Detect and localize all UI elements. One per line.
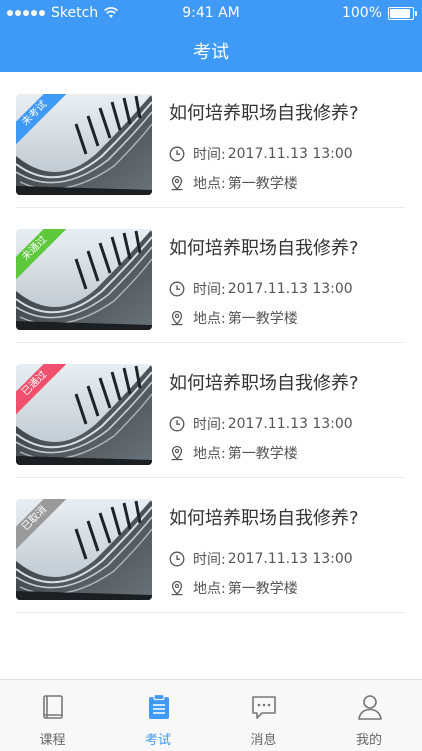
header-bar: Sketch 9:41 AM 100% 考试 — [0, 0, 422, 72]
tab-label: 考试 — [144, 733, 171, 748]
exam-thumbnail: 已取消 — [16, 499, 152, 600]
exam-location-label: 地点: — [193, 446, 226, 462]
clipboard-icon — [148, 693, 169, 719]
tab-course[interactable]: 课程 — [0, 680, 105, 751]
clock-icon — [169, 416, 185, 432]
exam-location-row: 地点: 第一教学楼 — [169, 308, 298, 328]
exam-location-value: 第一教学楼 — [227, 311, 298, 327]
tab-label: 课程 — [39, 733, 66, 748]
tab-exam[interactable]: 考试 — [106, 680, 211, 751]
exam-time-label: 时间: — [193, 282, 226, 298]
exam-time-row: 时间: 2017.11.13 13:00 — [169, 414, 353, 434]
battery-icon — [388, 6, 417, 20]
tab-messages[interactable]: 消息 — [211, 680, 316, 751]
location-pin-icon — [171, 175, 183, 191]
clock-icon — [169, 551, 185, 567]
exam-list-item[interactable]: 未考试 如何培养职场自我修养? 时间: 2017.11.13 13:00 地点:… — [16, 72, 405, 208]
exam-time-row: 时间: 2017.11.13 13:00 — [169, 279, 353, 299]
page-title: 考试 — [193, 42, 229, 63]
battery-percent: 100% — [341, 5, 382, 21]
exam-thumbnail: 未通过 — [16, 229, 152, 330]
tab-label: 消息 — [250, 733, 277, 748]
exam-time-label: 时间: — [193, 147, 226, 163]
person-icon — [357, 695, 382, 720]
chat-bubble-icon — [252, 696, 276, 719]
location-pin-icon — [171, 310, 183, 326]
exam-title: 如何培养职场自我修养? — [169, 103, 359, 124]
exam-time-value: 2017.11.13 13:00 — [227, 281, 353, 297]
exam-title: 如何培养职场自我修养? — [169, 508, 359, 529]
exam-list-item[interactable]: 已通过 如何培养职场自我修养? 时间: 2017.11.13 13:00 地点:… — [16, 342, 405, 478]
tab-me[interactable]: 我的 — [317, 680, 422, 751]
exam-list-item[interactable]: 未通过 如何培养职场自我修养? 时间: 2017.11.13 13:00 地点:… — [16, 207, 405, 343]
book-icon — [43, 695, 63, 719]
exam-location-value: 第一教学楼 — [227, 176, 298, 192]
exam-time-row: 时间: 2017.11.13 13:00 — [169, 144, 353, 164]
tab-label: 我的 — [355, 733, 382, 748]
location-pin-icon — [171, 580, 183, 596]
bottom-tab-bar: 课程 考试 消息 我的 — [0, 679, 422, 751]
exam-location-row: 地点: 第一教学楼 — [169, 578, 298, 598]
exam-time-row: 时间: 2017.11.13 13:00 — [169, 549, 353, 569]
exam-time-value: 2017.11.13 13:00 — [227, 416, 353, 432]
location-pin-icon — [171, 445, 183, 461]
exam-time-label: 时间: — [193, 552, 226, 568]
battery-status: 100% — [341, 0, 417, 26]
status-bar: Sketch 9:41 AM 100% — [0, 0, 422, 26]
exam-title: 如何培养职场自我修养? — [169, 238, 359, 259]
exam-location-value: 第一教学楼 — [227, 581, 298, 597]
clock-icon — [169, 146, 185, 162]
exam-time-value: 2017.11.13 13:00 — [227, 551, 353, 567]
exam-list-item[interactable]: 已取消 如何培养职场自我修养? 时间: 2017.11.13 13:00 地点:… — [16, 477, 405, 613]
exam-time-label: 时间: — [193, 417, 226, 433]
exam-thumbnail: 未考试 — [16, 94, 152, 195]
exam-location-label: 地点: — [193, 311, 226, 327]
clock-icon — [169, 281, 185, 297]
exam-location-value: 第一教学楼 — [227, 446, 298, 462]
exam-location-row: 地点: 第一教学楼 — [169, 443, 298, 463]
exam-location-row: 地点: 第一教学楼 — [169, 173, 298, 193]
exam-location-label: 地点: — [193, 581, 226, 597]
exam-location-label: 地点: — [193, 176, 226, 192]
exam-thumbnail: 已通过 — [16, 364, 152, 465]
exam-title: 如何培养职场自我修养? — [169, 373, 359, 394]
exam-time-value: 2017.11.13 13:00 — [227, 146, 353, 162]
